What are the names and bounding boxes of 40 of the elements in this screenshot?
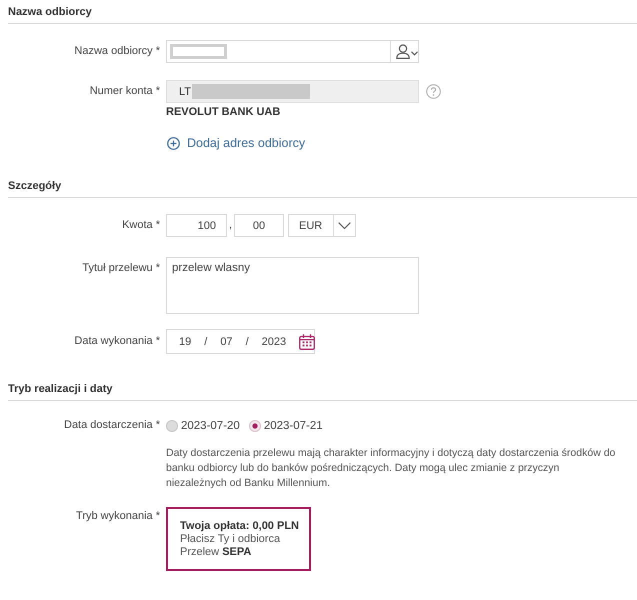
amount-input[interactable]: 100 (166, 214, 227, 237)
field-label: Kwota * (122, 218, 160, 233)
month-value: 07 (220, 336, 233, 348)
caret-icon (411, 50, 418, 56)
decimals-input[interactable]: 00 (234, 214, 284, 237)
field-label: Tryb wykonania * (76, 509, 160, 523)
plus-circle-icon (167, 136, 180, 150)
bank-name: REVOLUT BANK UAB (166, 105, 280, 119)
execution-mode-card[interactable]: Twoja opłata: 0,00 PLN Płacisz Ty i odbiorca Przelew SEPA (166, 507, 311, 571)
add-address-link[interactable]: Dodaj adres odbiorcy (167, 135, 306, 151)
field-label: Numer konta * (90, 84, 160, 99)
calendar-icon[interactable] (299, 334, 316, 350)
radio-option[interactable]: 2023-07-21 (248, 420, 323, 432)
year-value: 2023 (262, 336, 286, 348)
card-text: Płacisz Ty i odbiorca (180, 533, 282, 546)
person-icon (396, 44, 410, 59)
day-value: 19 (179, 336, 192, 348)
info-note: Daty dostarczenia przelewu mają charakter informacyjny i dotyczą daty dostarczenia środków do banku odbiorcy lub do banków pośredniczących. Daty mogą ulec zmianie z przyczyn niezależnych od Banku Millennium. (166, 446, 616, 491)
card-text: Przelew SEPA (180, 546, 252, 559)
contact-picker-button[interactable] (390, 41, 418, 62)
account-number-field[interactable]: LT (166, 80, 419, 103)
fee-text: Twoja opłata: 0,00 PLN (180, 520, 299, 533)
chevron-icon (338, 222, 351, 230)
title-textarea[interactable]: przelew wlasny (166, 257, 419, 314)
section-title: Szczegóły (8, 179, 62, 193)
field-label: Data dostarczenia * (64, 418, 160, 433)
section-title: Nazwa odbiorcy (8, 5, 92, 19)
date-separator: / (204, 336, 208, 348)
field-label: Data wykonania * (74, 334, 160, 349)
decimal-separator: , (228, 218, 234, 233)
radio-option[interactable]: 2023-07-20 (166, 420, 240, 432)
currency-dropdown[interactable]: EUR (288, 214, 356, 237)
section-title: Tryb realizacji i daty (8, 382, 113, 396)
field-label: Nazwa odbiorcy * (74, 44, 160, 59)
recipient-input[interactable] (166, 40, 419, 63)
date-separator: / (246, 336, 249, 348)
field-label: Tytuł przelewu * (82, 261, 160, 276)
radio-icon[interactable] (248, 420, 261, 432)
radio-icon[interactable] (166, 420, 178, 432)
date-field[interactable]: 19 / 07 / 2023 (166, 329, 315, 354)
